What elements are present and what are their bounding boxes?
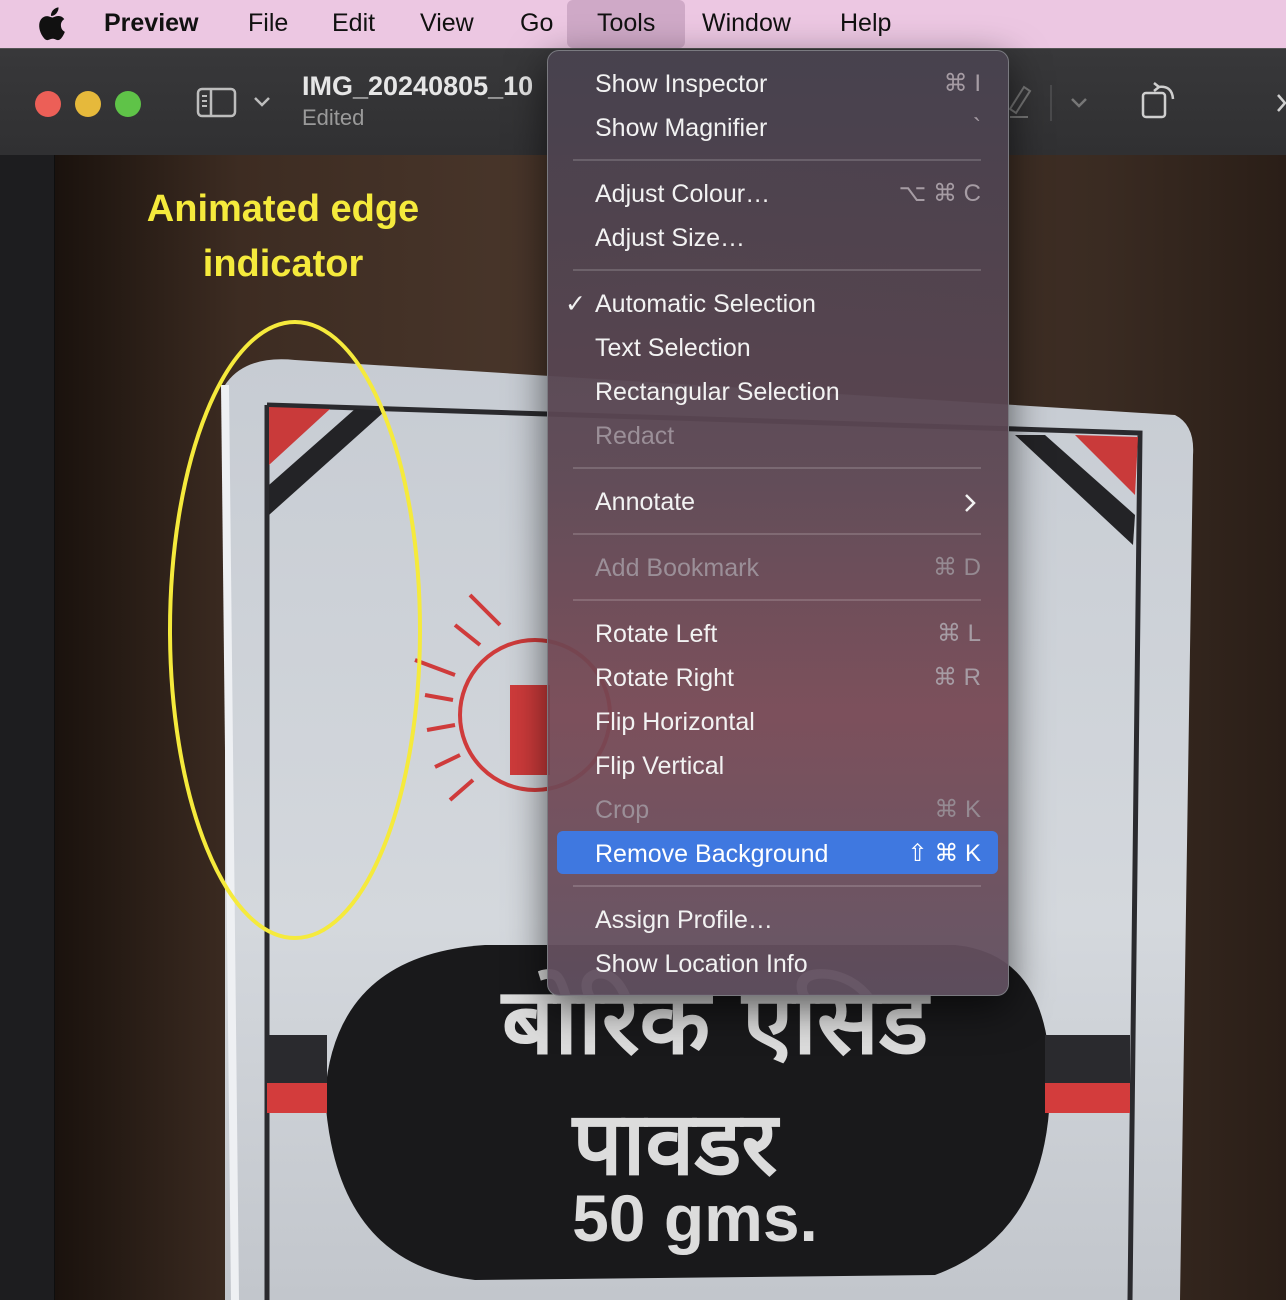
menu-item-shortcut: ⌘ L xyxy=(936,620,981,647)
rotate-icon[interactable] xyxy=(1140,79,1180,121)
tools-menu: Show Inspector ⌘ I Show Magnifier ` Adju… xyxy=(547,50,1009,996)
sidebar-toggle-icon[interactable] xyxy=(196,87,238,119)
menu-item-text-selection[interactable]: Text Selection xyxy=(595,328,985,368)
menu-help[interactable]: Help xyxy=(840,0,891,48)
menu-item-automatic-selection[interactable]: ✓ Automatic Selection xyxy=(565,284,985,324)
menu-item-label: Text Selection xyxy=(595,334,751,362)
menu-app-name[interactable]: Preview xyxy=(104,0,199,48)
menu-item-label: Show Location Info xyxy=(595,950,808,978)
menu-item-rotate-right[interactable]: Rotate Right ⌘ R xyxy=(595,658,985,698)
document-edited-status: Edited xyxy=(302,105,365,130)
checkmark-icon: ✓ xyxy=(565,290,586,318)
menu-item-shortcut: ⌘ I xyxy=(943,70,981,97)
sidebar-chevron-down-icon[interactable] xyxy=(253,95,271,109)
menu-edit[interactable]: Edit xyxy=(332,0,375,48)
menu-item-label: Assign Profile… xyxy=(595,906,773,934)
menu-separator xyxy=(573,159,981,161)
menu-item-shortcut: ⌘ K xyxy=(934,796,981,823)
menu-item-label: Add Bookmark xyxy=(595,554,759,582)
annotation-line-2: indicator xyxy=(202,243,364,285)
toolbar-divider xyxy=(1050,85,1052,121)
menu-item-assign-profile[interactable]: Assign Profile… xyxy=(595,900,985,940)
menu-item-label: Flip Vertical xyxy=(595,752,725,780)
menu-go[interactable]: Go xyxy=(520,0,553,48)
menu-item-adjust-colour[interactable]: Adjust Colour… ⌥ ⌘ C xyxy=(595,174,985,214)
menu-item-redact: Redact xyxy=(595,416,985,456)
menu-item-rotate-left[interactable]: Rotate Left ⌘ L xyxy=(595,614,985,654)
menu-item-label: Crop xyxy=(595,796,650,824)
menu-view[interactable]: View xyxy=(420,0,474,48)
edge-indicator-ellipse xyxy=(168,320,422,940)
menu-separator xyxy=(573,885,981,887)
menu-item-adjust-size[interactable]: Adjust Size… xyxy=(595,218,985,258)
menu-item-flip-horizontal[interactable]: Flip Horizontal xyxy=(595,702,985,742)
menu-item-label: Remove Background xyxy=(595,840,829,868)
menu-item-label: Show Magnifier xyxy=(595,114,768,142)
product-weight: 50 gms. xyxy=(572,1181,818,1255)
menu-item-crop: Crop ⌘ K xyxy=(595,790,985,830)
document-title: IMG_20240805_10 xyxy=(302,71,534,101)
menu-item-shortcut: ⇧ ⌘ K xyxy=(907,840,981,867)
menu-separator xyxy=(573,467,981,469)
menu-item-label: Rectangular Selection xyxy=(595,378,840,406)
annotation-line-1: Animated edge xyxy=(146,188,420,230)
menu-item-label: Rotate Right xyxy=(595,664,734,692)
menu-item-label: Redact xyxy=(595,422,675,450)
menu-item-show-inspector[interactable]: Show Inspector ⌘ I xyxy=(595,64,985,104)
menu-item-shortcut: ⌥ ⌘ C xyxy=(898,180,981,207)
menu-window[interactable]: Window xyxy=(702,0,791,48)
menu-item-shortcut: ⌘ R xyxy=(933,664,981,691)
menu-item-rectangular-selection[interactable]: Rectangular Selection xyxy=(595,372,985,412)
annotation-label: Animated edge indicator xyxy=(118,182,448,292)
menu-tools[interactable]: Tools xyxy=(567,0,686,48)
menu-item-show-magnifier[interactable]: Show Magnifier ` xyxy=(595,108,985,148)
menu-item-flip-vertical[interactable]: Flip Vertical xyxy=(595,746,985,786)
sidebar-strip xyxy=(0,155,55,1300)
menu-item-label: Automatic Selection xyxy=(595,290,816,318)
close-window-button[interactable] xyxy=(35,91,61,117)
menu-item-shortcut: ⌘ D xyxy=(933,554,981,581)
zoom-window-button[interactable] xyxy=(115,91,141,117)
menu-item-add-bookmark: Add Bookmark ⌘ D xyxy=(595,548,985,588)
menu-bar: Preview File Edit View Go Tools Window H… xyxy=(0,0,1286,48)
menu-separator xyxy=(573,269,981,271)
menu-item-shortcut: ` xyxy=(973,114,981,141)
toolbar-overflow-icon[interactable] xyxy=(1276,93,1286,113)
menu-item-label: Flip Horizontal xyxy=(595,708,755,736)
menu-item-label: Rotate Left xyxy=(595,620,718,648)
markup-chevron-down-icon[interactable] xyxy=(1070,97,1088,109)
minimize-window-button[interactable] xyxy=(75,91,101,117)
menu-item-label: Show Inspector xyxy=(595,70,768,98)
menu-item-remove-background[interactable]: Remove Background ⇧ ⌘ K xyxy=(595,834,985,874)
menu-file[interactable]: File xyxy=(248,0,288,48)
menu-item-label: Adjust Colour… xyxy=(595,180,771,208)
menu-separator xyxy=(573,533,981,535)
apple-logo-icon[interactable] xyxy=(36,7,66,41)
menu-item-show-location-info[interactable]: Show Location Info xyxy=(595,944,985,984)
menu-item-label: Annotate xyxy=(595,488,696,516)
menu-separator xyxy=(573,599,981,601)
menu-item-label: Adjust Size… xyxy=(595,224,746,252)
menu-item-annotate[interactable]: Annotate xyxy=(595,482,985,522)
submenu-chevron-right-icon xyxy=(965,494,976,512)
